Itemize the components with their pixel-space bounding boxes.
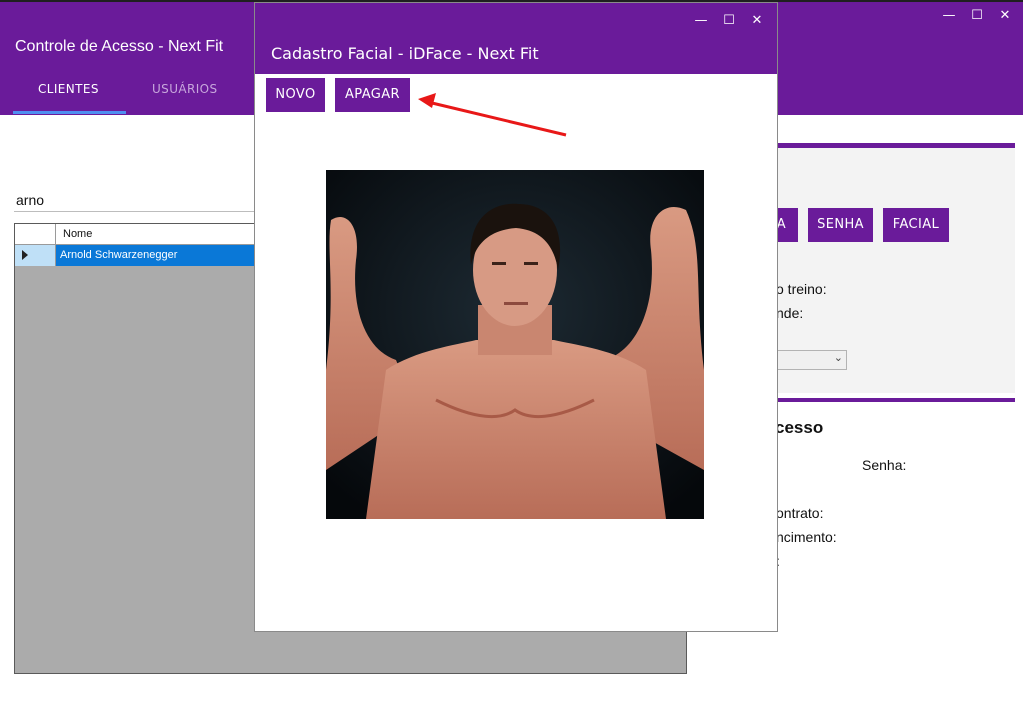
app-title: Controle de Acesso - Next Fit — [15, 38, 224, 55]
cell-nome[interactable]: Arnold Schwarzenegger — [56, 245, 255, 266]
access-section-title: cesso — [775, 418, 824, 437]
column-header-nome[interactable]: Nome — [63, 228, 92, 240]
dialog-header: — ☐ ✕ Cadastro Facial - iDFace - Next Fi… — [255, 3, 777, 74]
treino-label: o treino: — [776, 281, 827, 297]
main-window-controls: — ☐ ✕ — [941, 8, 1013, 24]
minimize-icon[interactable]: — — [693, 13, 709, 29]
maximize-icon[interactable]: ☐ — [721, 13, 737, 29]
facial-button[interactable]: FACIAL — [883, 208, 949, 242]
search-input[interactable]: arno — [16, 192, 44, 208]
grid-header: Nome — [15, 224, 255, 245]
tab-clientes[interactable]: CLIENTES — [38, 82, 99, 96]
facial-registration-dialog: — ☐ ✕ Cadastro Facial - iDFace - Next Fi… — [254, 2, 778, 632]
table-row[interactable]: Arnold Schwarzenegger — [15, 245, 255, 266]
search-underline — [14, 211, 258, 212]
person-photo-icon — [326, 170, 704, 519]
close-icon[interactable]: ✕ — [997, 8, 1013, 24]
active-tab-indicator — [13, 111, 126, 114]
row-header[interactable] — [15, 245, 56, 266]
row-pointer-icon — [22, 250, 28, 260]
maximize-icon[interactable]: ☐ — [969, 8, 985, 24]
unidade-label: nde: — [776, 305, 804, 321]
tab-usuarios[interactable]: USUÁRIOS — [152, 82, 218, 96]
senha-button[interactable]: SENHA — [808, 208, 873, 242]
contrato-label: ontrato: — [776, 505, 824, 521]
row-header-corner — [15, 224, 56, 244]
section-divider — [760, 398, 1015, 402]
dialog-title: Cadastro Facial - iDFace - Next Fit — [271, 44, 539, 63]
vencimento-label: ncimento: — [776, 529, 837, 545]
senha-label: Senha: — [862, 457, 907, 473]
chevron-down-icon: ⌄ — [833, 352, 843, 364]
minimize-icon[interactable]: — — [941, 8, 957, 24]
face-photo — [326, 170, 704, 519]
close-icon[interactable]: ✕ — [749, 13, 765, 29]
apagar-button[interactable]: APAGAR — [335, 78, 410, 112]
novo-button[interactable]: NOVO — [266, 78, 325, 112]
dialog-window-controls: — ☐ ✕ — [693, 13, 765, 29]
